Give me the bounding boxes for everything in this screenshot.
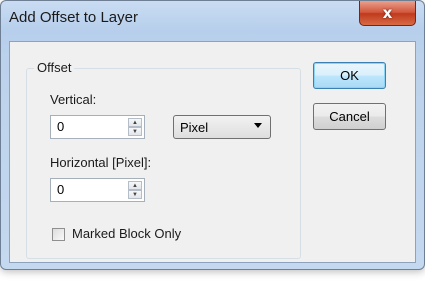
vertical-spin-input[interactable]: 0 ▲ ▼: [50, 115, 145, 139]
horizontal-spin-input[interactable]: 0 ▲ ▼: [50, 178, 145, 202]
spin-down-icon[interactable]: ▼: [128, 127, 142, 136]
spin-up-icon[interactable]: ▲: [128, 181, 142, 190]
horizontal-label: Horizontal [Pixel]:: [50, 155, 152, 170]
chevron-down-icon: [254, 123, 262, 128]
marked-block-only-checkbox[interactable]: [52, 228, 65, 241]
vertical-label: Vertical:: [50, 92, 97, 107]
dialog-window: Add Offset to Layer x Offset Vertical: 0…: [0, 0, 425, 270]
horizontal-value: 0: [57, 182, 65, 197]
spin-down-icon[interactable]: ▼: [128, 190, 142, 199]
unit-dropdown-value: Pixel: [180, 120, 209, 135]
vertical-value: 0: [57, 119, 65, 134]
offset-group-label: Offset: [34, 60, 75, 75]
dialog-title: Add Offset to Layer: [9, 9, 138, 26]
close-button[interactable]: x: [359, 1, 416, 26]
ok-button[interactable]: OK: [313, 62, 386, 89]
unit-dropdown[interactable]: Pixel: [173, 115, 271, 139]
cancel-button[interactable]: Cancel: [313, 103, 386, 130]
spin-up-icon[interactable]: ▲: [128, 118, 142, 127]
marked-block-only-label: Marked Block Only: [72, 226, 182, 241]
dialog-body: Offset Vertical: 0 ▲ ▼ Pixel Horizontal …: [9, 41, 416, 263]
close-icon: x: [382, 4, 393, 22]
